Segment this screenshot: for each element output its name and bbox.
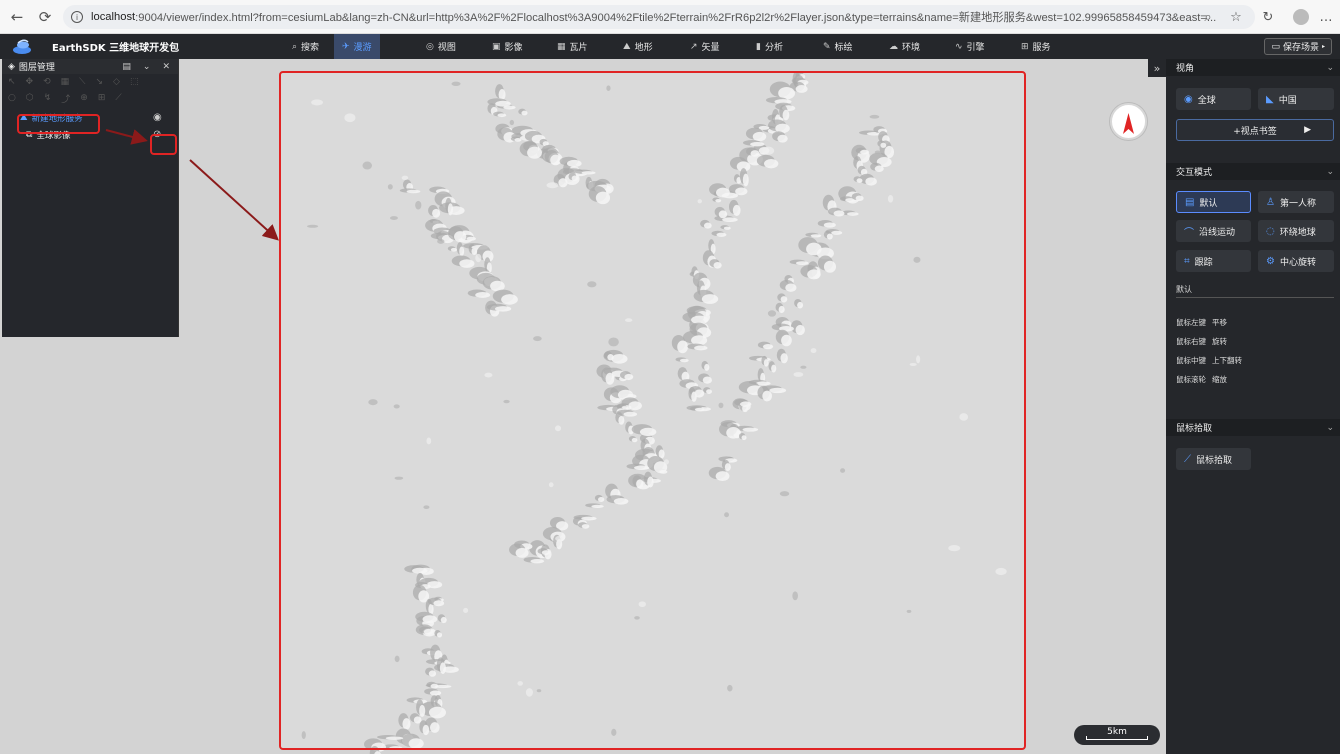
mode-label: 沿线运动 [1199, 227, 1236, 238]
mouse-hint-action: 上下翻转 [1212, 356, 1242, 365]
person-icon: ♙ [1266, 196, 1275, 208]
mouse-pick-label: 鼠标拾取 [1196, 455, 1233, 466]
mouse-hint-row: 鼠标右键 旋转 [1176, 336, 1227, 347]
mode-label: 第一人称 [1279, 198, 1316, 209]
mouse-hint-action: 平移 [1212, 318, 1227, 327]
chevron-down-icon: ⌄ [1326, 422, 1334, 433]
pick-section-header[interactable]: 鼠标拾取 ⌄ [1166, 419, 1340, 436]
mouse-hint-row: 鼠标滚轮 缩放 [1176, 374, 1227, 385]
mouse-hint-row: 鼠标中键 上下翻转 [1176, 355, 1242, 366]
mode-track-button[interactable]: ⌗ 跟踪 [1176, 250, 1251, 272]
mouse-hint-key: 鼠标右键 [1176, 337, 1206, 346]
right-panel: 视角 ⌄ ◉ 全球 ◣ 中国 +视点书签 ▶ 交互模式 ⌄ ▤ 默认 ♙ 第一人称 ⌒ 沿线运动… [1166, 59, 1340, 754]
mouse-hint-key: 鼠标中键 [1176, 356, 1206, 365]
pick-section-title: 鼠标拾取 [1176, 424, 1213, 434]
mode-path-button[interactable]: ⌒ 沿线运动 [1176, 220, 1251, 242]
interaction-section-title: 交互模式 [1176, 168, 1213, 178]
globe-icon: ◉ [1184, 93, 1193, 105]
mode-label: 跟踪 [1194, 257, 1213, 268]
mouse-hint-action: 缩放 [1212, 375, 1227, 384]
mode-orbit-button[interactable]: ◌ 环绕地球 [1258, 220, 1334, 242]
chevron-down-icon: ⌄ [1326, 166, 1334, 177]
divider [1176, 297, 1334, 298]
add-bookmark-label: +视点书签 [1233, 126, 1277, 137]
interaction-section-header[interactable]: 交互模式 ⌄ [1166, 163, 1340, 180]
mode-first-person-button[interactable]: ♙ 第一人称 [1258, 191, 1334, 213]
global-view-label: 全球 [1197, 95, 1216, 106]
mode-center-rotate-button[interactable]: ⚙ 中心旋转 [1258, 250, 1334, 272]
orbit-icon: ◌ [1266, 225, 1275, 237]
mode-label: 环绕地球 [1279, 227, 1316, 238]
view-section-header[interactable]: 视角 ⌄ [1166, 59, 1340, 76]
annotation-arrows [105, 129, 279, 241]
mouse-hint-action: 旋转 [1212, 337, 1227, 346]
global-view-button[interactable]: ◉ 全球 [1176, 88, 1251, 110]
annotation-arrow [189, 159, 279, 241]
mode-default-button[interactable]: ▤ 默认 [1176, 191, 1251, 213]
rotate-icon: ⚙ [1266, 255, 1275, 267]
track-icon: ⌗ [1184, 255, 1190, 267]
path-icon: ⌒ [1184, 227, 1194, 239]
mouse-hint-key: 鼠标左键 [1176, 318, 1206, 327]
mode-label: 默认 [1199, 198, 1218, 209]
mouse-hint-key: 鼠标滚轮 [1176, 375, 1206, 384]
china-map-icon: ◣ [1266, 93, 1274, 105]
add-bookmark-button[interactable]: +视点书签 ▶ [1176, 119, 1334, 141]
default-mode-icon: ▤ [1185, 196, 1195, 208]
play-icon: ▶ [1304, 125, 1311, 135]
mouse-hint-row: 鼠标左键 平移 [1176, 317, 1227, 328]
china-view-label: 中国 [1278, 95, 1297, 106]
chevron-down-icon: ⌄ [1326, 62, 1334, 73]
annotation-arrow [105, 129, 148, 145]
mode-label: 中心旋转 [1279, 257, 1316, 268]
mouse-pick-button[interactable]: ⟋ 鼠标拾取 [1176, 448, 1251, 470]
current-mode-label: 默认 [1176, 285, 1192, 294]
view-section-title: 视角 [1176, 64, 1195, 74]
china-view-button[interactable]: ◣ 中国 [1258, 88, 1334, 110]
pick-icon: ⟋ [1184, 453, 1191, 465]
